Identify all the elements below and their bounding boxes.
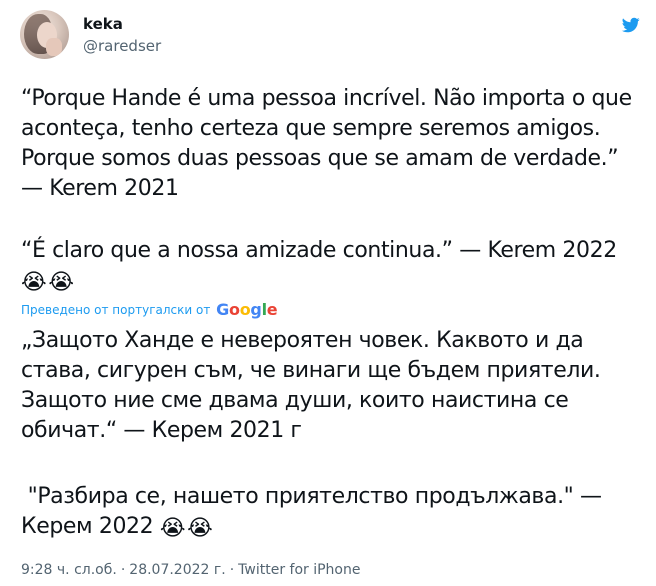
avatar-hand bbox=[46, 38, 62, 56]
tweet-time-period[interactable]: сл.об. bbox=[74, 562, 117, 578]
translated-label: Преведено от португалски от bbox=[21, 303, 211, 317]
tweet-card: keka @raredser “Porque Hande é uma pesso… bbox=[0, 0, 656, 586]
tweet-metadata: 9:28 ч. сл.об. · 28.07.2022 г. · Twitter for… bbox=[21, 561, 361, 579]
loudly-crying-face-emoji: 😭 bbox=[159, 516, 186, 541]
tweet-source[interactable]: Twitter for iPhone bbox=[238, 562, 360, 578]
user-handle[interactable]: @raredser bbox=[83, 36, 161, 56]
separator-dot: · bbox=[229, 562, 235, 578]
loudly-crying-face-emoji: 😭 bbox=[187, 516, 213, 541]
avatar[interactable] bbox=[20, 10, 69, 59]
twitter-bird-icon[interactable] bbox=[621, 16, 641, 34]
tweet-text-translated-2-text: "Разбира се, нашето приятелство продължа… bbox=[21, 484, 609, 539]
display-name[interactable]: keka bbox=[83, 14, 123, 34]
tweet-date[interactable]: 28.07.2022 г. bbox=[129, 562, 225, 578]
loudly-crying-face-emoji: 😭 bbox=[21, 270, 47, 295]
tweet-time[interactable]: 9:28 ч. bbox=[21, 562, 70, 578]
tweet-text-original-1: “Porque Hande é uma pessoa incrível. Não… bbox=[21, 86, 639, 201]
translated-by-google-link[interactable]: Преведено от португалски от Google bbox=[21, 300, 278, 320]
loudly-crying-face-emoji: 😭 bbox=[48, 270, 74, 295]
tweet-text-original-2-text: “É claro que a nossa amizade continua.” … bbox=[21, 238, 617, 263]
tweet-text-original-2: “É claro que a nossa amizade continua.” … bbox=[21, 236, 646, 297]
tweet-text-translated-2: "Разбира се, нашето приятелство продължа… bbox=[21, 482, 646, 543]
google-logo: Google bbox=[216, 300, 278, 319]
separator-dot: · bbox=[120, 562, 126, 578]
tweet-text-translated-1: „Защото Ханде е невероятен човек. Каквот… bbox=[21, 328, 608, 443]
